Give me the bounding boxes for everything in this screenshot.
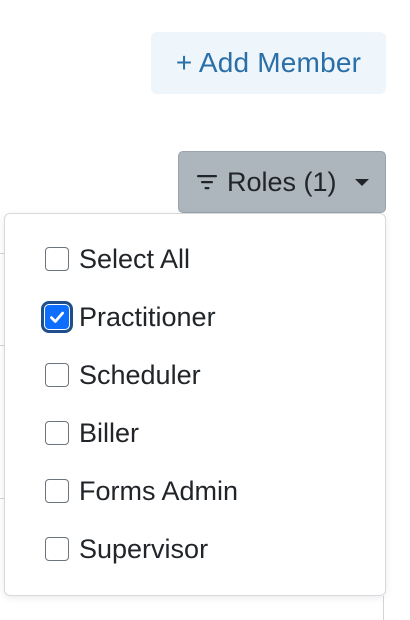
checkbox[interactable] <box>45 363 69 387</box>
role-option-supervisor[interactable]: Supervisor <box>45 532 208 566</box>
role-option-label: Forms Admin <box>79 475 239 506</box>
add-member-button[interactable]: + Add Member <box>151 32 386 94</box>
role-option-label: Practitioner <box>79 301 216 332</box>
check-icon <box>50 311 64 323</box>
role-option-label: Supervisor <box>79 533 209 564</box>
checkbox[interactable] <box>45 247 69 271</box>
table-border <box>383 596 384 620</box>
filter-icon <box>197 175 217 190</box>
roles-filter-label: Roles (1) <box>227 166 337 197</box>
role-option-practitioner[interactable]: Practitioner <box>41 300 216 334</box>
chevron-down-icon <box>354 178 369 186</box>
roles-filter-button[interactable]: Roles (1) <box>178 151 386 213</box>
checkbox[interactable] <box>45 421 69 445</box>
roles-dropdown-menu: Select All Practitioner Scheduler Biller… <box>4 213 386 596</box>
role-option-biller[interactable]: Biller <box>45 416 139 450</box>
role-option-label: Scheduler <box>79 359 201 390</box>
role-option-forms-admin[interactable]: Forms Admin <box>45 474 238 508</box>
checkbox[interactable] <box>45 479 69 503</box>
checkbox[interactable] <box>41 301 73 333</box>
role-option-label: Select All <box>79 243 191 274</box>
role-option-label: Biller <box>79 417 140 448</box>
checkbox[interactable] <box>45 537 69 561</box>
role-option-scheduler[interactable]: Scheduler <box>45 358 201 392</box>
role-option-select-all[interactable]: Select All <box>45 242 190 276</box>
